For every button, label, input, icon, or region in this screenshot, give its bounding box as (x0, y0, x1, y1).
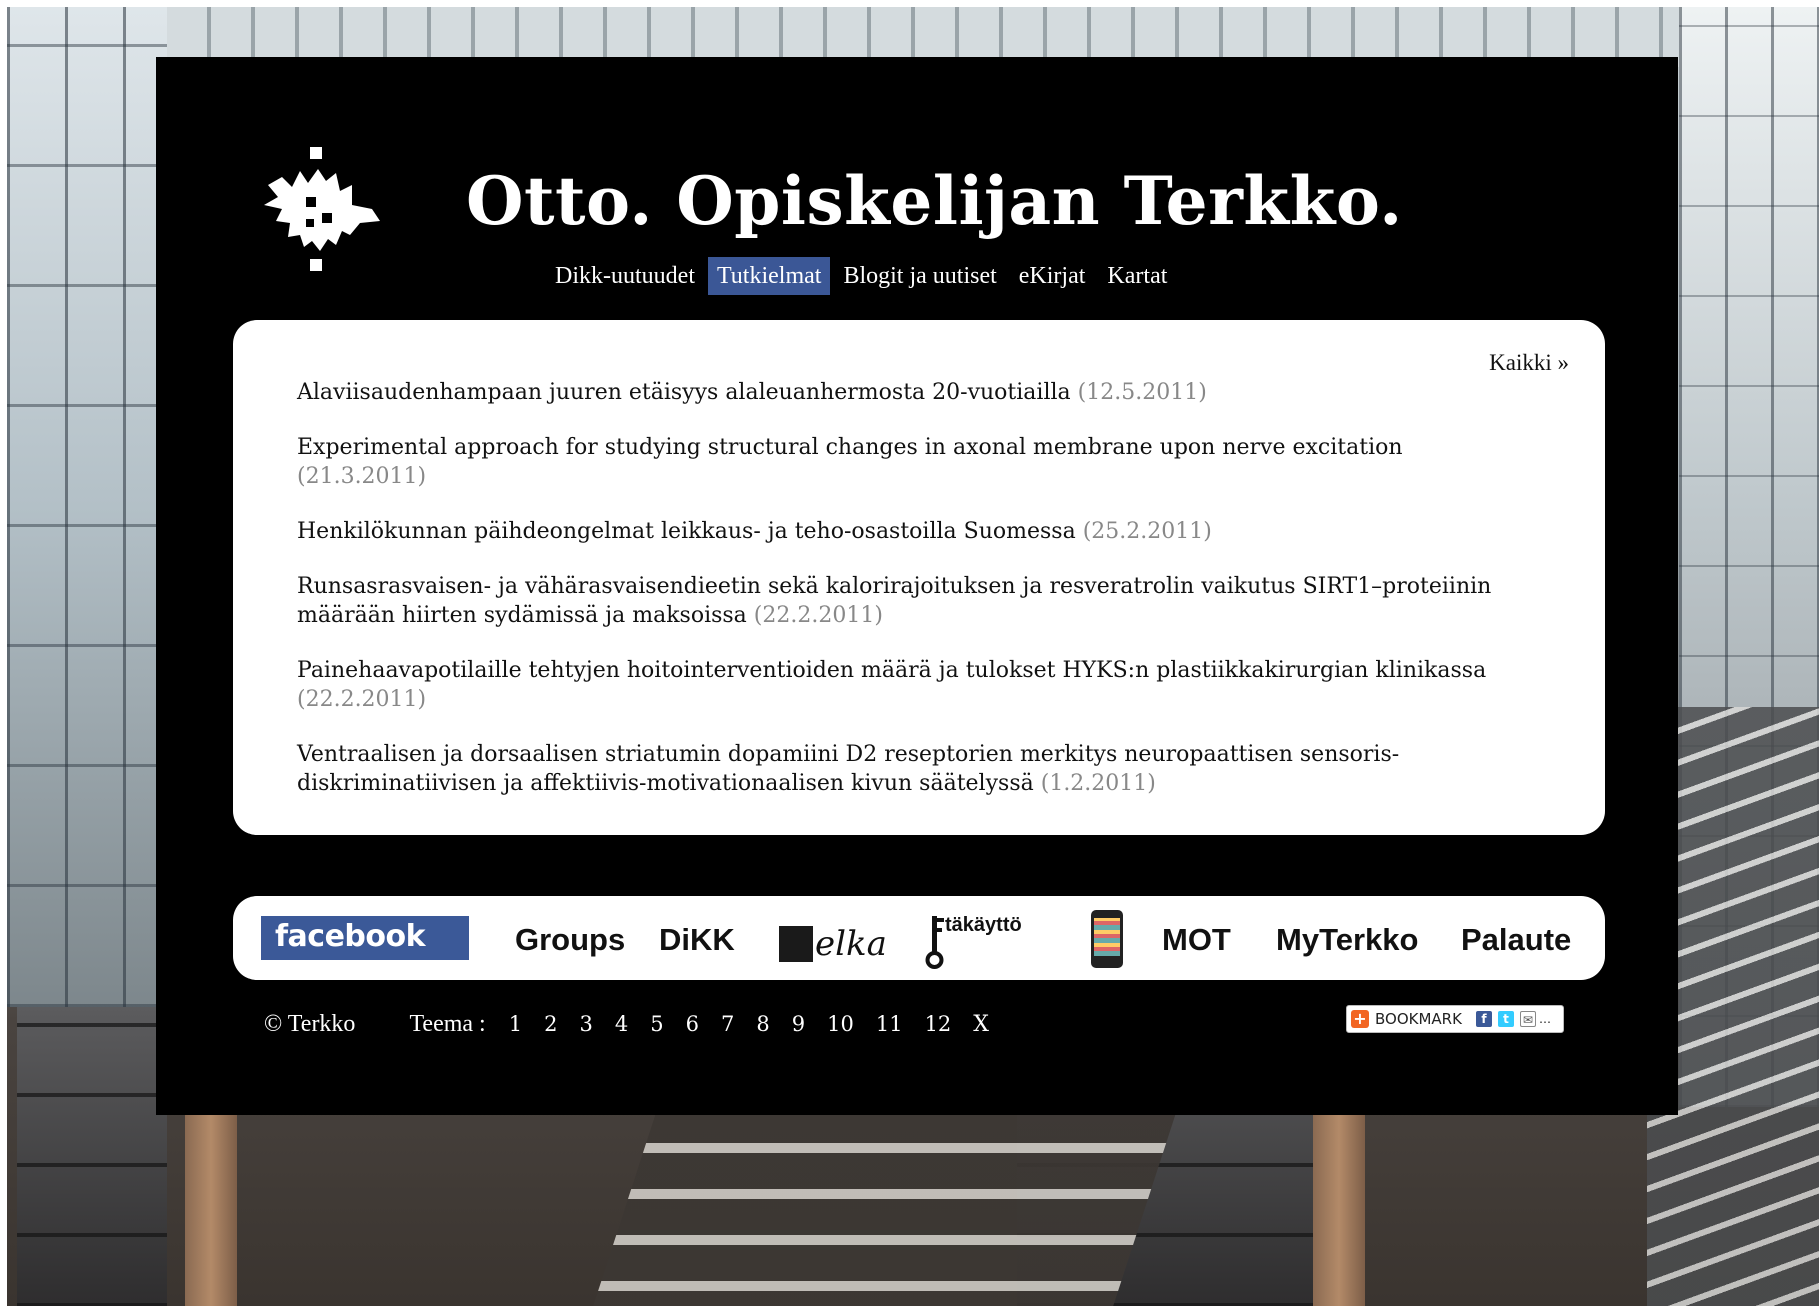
quick-links-bar: facebook Groups DiKK elka täkäyttö MOT M… (233, 896, 1605, 980)
nav-item-kartat[interactable]: Kartat (1098, 257, 1176, 295)
twitter-icon: t (1497, 1011, 1514, 1027)
email-icon: ✉ (1519, 1011, 1536, 1027)
theme-link-12[interactable]: 12 (925, 1012, 952, 1036)
item-title[interactable]: Painehaavapotilaille tehtyjen hoitointer… (297, 658, 1486, 683)
item-title[interactable]: Ventraalisen ja dorsaalisen striatumin d… (297, 742, 1399, 796)
main-nav: Dikk-uutuudet Tutkielmat Blogit ja uutis… (546, 257, 1176, 295)
theme-link-10[interactable]: 10 (827, 1012, 854, 1036)
theme-link-x[interactable]: X (973, 1012, 989, 1037)
theme-link-9[interactable]: 9 (792, 1012, 805, 1036)
item-date: (1.2.2011) (1040, 771, 1156, 796)
site-title: Otto. Opiskelijan Terkko. (466, 162, 1403, 240)
content-box: Kaikki » Alaviisaudenhampaan juuren etäi… (233, 320, 1605, 835)
theme-link-3[interactable]: 3 (579, 1012, 592, 1036)
facebook-link[interactable]: facebook (261, 916, 469, 960)
nav-item-dikk-uutuudet[interactable]: Dikk-uutuudet (546, 257, 704, 295)
more-icon: … (1538, 1012, 1551, 1026)
theme-link-2[interactable]: 2 (544, 1012, 557, 1036)
theme-link-11[interactable]: 11 (876, 1012, 903, 1036)
list-item[interactable]: Experimental approach for studying struc… (297, 433, 1507, 491)
nav-item-tutkielmat[interactable]: Tutkielmat (707, 257, 831, 295)
item-title[interactable]: Alaviisaudenhampaan juuren etäisyys alal… (297, 380, 1071, 405)
item-date: (12.5.2011) (1077, 380, 1207, 405)
list-item[interactable]: Runsasrasvaisen- ja vähärasvaisendieetin… (297, 572, 1507, 630)
list-item[interactable]: Painehaavapotilaille tehtyjen hoitointer… (297, 656, 1507, 714)
myterkko-link[interactable]: MyTerkko (1276, 920, 1418, 960)
remote-access-link[interactable]: täkäyttö (923, 914, 1053, 970)
helka-link[interactable]: elka (779, 922, 887, 962)
flame-crest-icon[interactable] (248, 147, 388, 272)
nav-item-ekirjat[interactable]: eKirjat (1010, 257, 1095, 295)
background-window-left (7, 7, 167, 1007)
thesis-list: Alaviisaudenhampaan juuren etäisyys alal… (297, 378, 1507, 824)
main-panel: Otto. Opiskelijan Terkko. Dikk-uutuudet … (156, 57, 1678, 1115)
view-all-link[interactable]: Kaikki » (1489, 350, 1569, 376)
list-item[interactable]: Alaviisaudenhampaan juuren etäisyys alal… (297, 378, 1507, 407)
plus-icon: + (1351, 1010, 1369, 1028)
theme-link-6[interactable]: 6 (686, 1012, 699, 1036)
copyright: © Terkko (264, 1010, 356, 1037)
theme-link-8[interactable]: 8 (756, 1012, 769, 1036)
background-shelf (17, 1007, 167, 1306)
item-date: (25.2.2011) (1082, 519, 1212, 544)
item-date: (21.3.2011) (297, 464, 427, 489)
helka-logo-icon (779, 926, 813, 962)
item-date: (22.2.2011) (753, 603, 883, 628)
list-item[interactable]: Henkilökunnan päihdeongelmat leikkaus- j… (297, 517, 1507, 546)
bookmark-label: BOOKMARK (1375, 1010, 1462, 1028)
theme-link-5[interactable]: 5 (650, 1012, 663, 1036)
footer: © Terkko Teema : 1 2 3 4 5 6 7 8 9 10 11… (264, 1006, 1000, 1042)
dikk-link[interactable]: DiKK (659, 920, 735, 960)
theme-link-7[interactable]: 7 (721, 1012, 734, 1036)
theme-label: Teema : (409, 1010, 486, 1037)
item-title[interactable]: Henkilökunnan päihdeongelmat leikkaus- j… (297, 519, 1076, 544)
item-title[interactable]: Experimental approach for studying struc… (297, 435, 1403, 460)
mobile-phone-icon[interactable] (1091, 910, 1123, 968)
mot-link[interactable]: MOT (1162, 920, 1231, 960)
theme-link-4[interactable]: 4 (615, 1012, 628, 1036)
nav-item-blogit[interactable]: Blogit ja uutiset (834, 257, 1005, 295)
facebook-icon: f (1475, 1011, 1492, 1027)
background-stairs (592, 1097, 1182, 1306)
item-title[interactable]: Runsasrasvaisen- ja vähärasvaisendieetin… (297, 574, 1491, 628)
list-item[interactable]: Ventraalisen ja dorsaalisen striatumin d… (297, 740, 1507, 798)
theme-link-1[interactable]: 1 (509, 1012, 522, 1036)
helka-label: elka (815, 924, 887, 964)
bookmark-button[interactable]: + BOOKMARK f t ✉ … (1346, 1005, 1564, 1033)
remote-access-label: täkäyttö (945, 914, 1022, 936)
phone-screen (1094, 918, 1120, 956)
item-date: (22.2.2011) (297, 687, 427, 712)
groups-link[interactable]: Groups (515, 920, 625, 960)
palaute-link[interactable]: Palaute (1461, 920, 1571, 960)
